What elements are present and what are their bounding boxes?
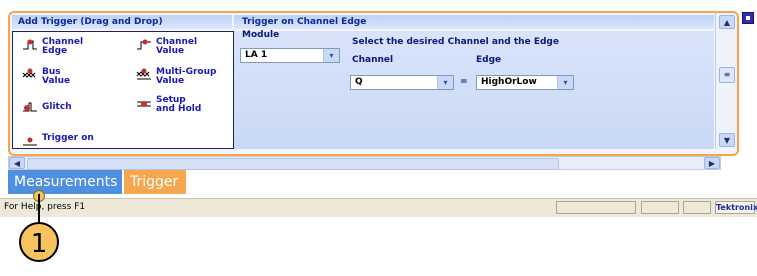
pin-icon[interactable] bbox=[742, 12, 754, 24]
equals-sign: = bbox=[460, 77, 468, 87]
module-value: LA 1 bbox=[245, 50, 268, 60]
palette-sublabel: Value bbox=[156, 46, 185, 56]
palette-item-channel-edge[interactable]: Channel Edge bbox=[21, 38, 83, 56]
trigger-settings: Module LA 1 ▾ Select the desired Channel… bbox=[234, 30, 714, 149]
palette-sublabel: Value bbox=[42, 76, 71, 86]
module-label: Module bbox=[242, 30, 280, 40]
module-select[interactable]: LA 1 ▾ bbox=[240, 48, 340, 63]
palette-sublabel: and Hold bbox=[156, 104, 202, 114]
channel-label: Channel bbox=[352, 55, 394, 65]
palette-item-multi-group-value[interactable]: Multi-Group Value bbox=[135, 68, 216, 86]
palette-item-channel-value[interactable]: Channel Value bbox=[135, 38, 197, 56]
horizontal-scrollbar[interactable]: ◀ ▶ bbox=[8, 156, 721, 170]
palette-item-trigger-on[interactable]: Trigger on bbox=[21, 134, 94, 148]
palette-label: Trigger on bbox=[42, 133, 94, 143]
edge-value: HighOrLow bbox=[481, 77, 537, 87]
tektronix-logo: Tektronix bbox=[715, 201, 757, 214]
channel-value-icon bbox=[135, 38, 153, 52]
palette-item-bus-value[interactable]: Bus Value bbox=[21, 68, 70, 86]
scroll-left-icon[interactable]: ◀ bbox=[9, 157, 25, 169]
scroll-right-icon[interactable]: ▶ bbox=[704, 157, 720, 169]
palette-label: Glitch bbox=[42, 102, 72, 112]
channel-value: Q bbox=[355, 77, 363, 87]
edge-select[interactable]: HighOrLow ▾ bbox=[476, 75, 574, 90]
instruction-text: Select the desired Channel and the Edge bbox=[352, 37, 559, 47]
palette-item-setup-hold[interactable]: Setup and Hold bbox=[135, 96, 201, 114]
scroll-up-icon[interactable]: ▲ bbox=[719, 15, 735, 29]
multi-group-value-icon bbox=[135, 68, 153, 82]
palette-sublabel: Edge bbox=[42, 46, 68, 56]
edge-label: Edge bbox=[476, 55, 502, 65]
help-text: For Help, press F1 bbox=[4, 202, 86, 212]
palette-item-glitch[interactable]: Glitch bbox=[21, 100, 72, 114]
vertical-scrollbar[interactable]: ▲ ≡ ▼ bbox=[715, 13, 737, 149]
chevron-down-icon[interactable]: ▾ bbox=[437, 76, 453, 89]
bottom-tabs: Measurements Trigger bbox=[8, 170, 308, 194]
trigger-on-icon bbox=[21, 134, 39, 148]
channel-select[interactable]: Q ▾ bbox=[350, 75, 454, 90]
hscroll-thumb[interactable] bbox=[27, 158, 559, 170]
chevron-down-icon[interactable]: ▾ bbox=[557, 76, 573, 89]
status-bar: For Help, press F1 Tektronix bbox=[0, 198, 757, 217]
trigger-header: Trigger on Channel Edge bbox=[234, 15, 714, 29]
glitch-icon bbox=[21, 100, 39, 114]
trigger-panel: Add Trigger (Drag and Drop) Trigger on C… bbox=[8, 11, 739, 156]
scroll-thumb[interactable]: ≡ bbox=[719, 67, 735, 83]
status-panel bbox=[556, 201, 636, 214]
channel-edge-icon bbox=[21, 38, 39, 52]
chevron-down-icon[interactable]: ▾ bbox=[323, 49, 339, 62]
tab-trigger[interactable]: Trigger bbox=[124, 170, 186, 194]
callout-number: 1 bbox=[19, 222, 59, 262]
status-panel bbox=[683, 201, 711, 214]
tab-measurements[interactable]: Measurements bbox=[8, 170, 122, 194]
add-trigger-header: Add Trigger (Drag and Drop) bbox=[12, 15, 232, 29]
trigger-palette: Channel Edge Channel Value Bus Value Multi-… bbox=[12, 31, 234, 149]
setup-hold-icon bbox=[135, 96, 153, 110]
scroll-down-icon[interactable]: ▼ bbox=[719, 133, 735, 147]
bus-value-icon bbox=[21, 68, 39, 82]
status-panel bbox=[641, 201, 679, 214]
palette-sublabel: Value bbox=[156, 76, 185, 86]
